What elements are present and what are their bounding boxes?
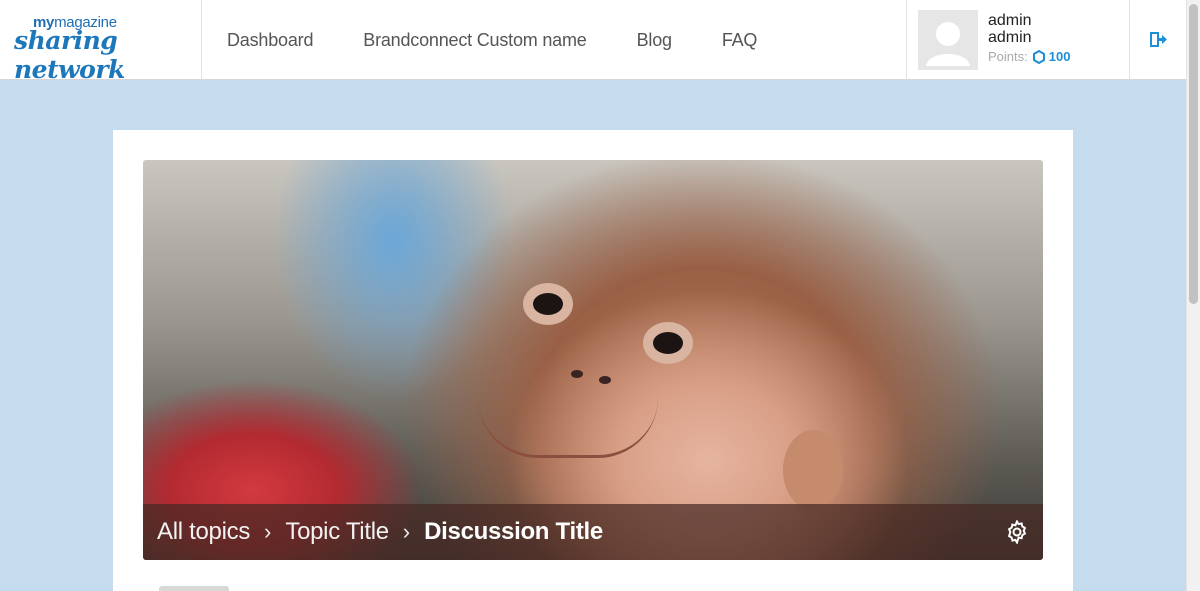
breadcrumb-topic[interactable]: Topic Title xyxy=(285,518,389,546)
breadcrumb-all-topics[interactable]: All topics xyxy=(157,518,250,546)
brand-logo-bottom: sharing network xyxy=(14,26,125,84)
user-panel[interactable]: admin admin Points: 100 xyxy=(906,0,1130,80)
points-ring-icon xyxy=(1032,49,1045,64)
nav-brandconnect[interactable]: Brandconnect Custom name xyxy=(363,30,587,51)
avatar-placeholder-icon[interactable] xyxy=(918,10,978,70)
points-label: Points: xyxy=(988,49,1028,64)
discussion-card: All topics › Topic Title › Discussion Ti… xyxy=(113,130,1073,591)
gear-icon[interactable] xyxy=(1005,519,1029,545)
nav-dashboard[interactable]: Dashboard xyxy=(227,30,313,51)
left-nostril xyxy=(571,370,583,378)
main-nav: Dashboard Brandconnect Custom name Blog … xyxy=(202,0,782,80)
right-nostril xyxy=(599,376,611,384)
mouth xyxy=(478,398,658,458)
breadcrumb-separator: › xyxy=(264,519,272,544)
hero-image: All topics › Topic Title › Discussion Ti… xyxy=(143,160,1043,560)
right-eye xyxy=(653,332,683,354)
left-eye xyxy=(533,293,563,315)
user-name-line2: admin xyxy=(988,29,1032,46)
scrollbar-thumb[interactable] xyxy=(1189,4,1198,304)
user-name: admin admin xyxy=(988,12,1032,46)
breadcrumb-separator: › xyxy=(402,519,411,544)
brand-logo[interactable]: mymagazine sharing network xyxy=(0,0,202,84)
page-scrollbar[interactable] xyxy=(1186,0,1200,591)
nav-blog[interactable]: Blog xyxy=(637,30,672,51)
user-name-line1: admin xyxy=(988,12,1032,29)
breadcrumb: All topics › Topic Title › Discussion Ti… xyxy=(143,504,1043,560)
user-points: Points: 100 xyxy=(988,49,1070,64)
ear-shape xyxy=(783,430,843,510)
breadcrumb-current: Discussion Title xyxy=(424,518,603,545)
points-value: 100 xyxy=(1048,49,1071,64)
top-bar: mymagazine sharing network Dashboard Bra… xyxy=(0,0,1186,84)
logout-icon[interactable] xyxy=(1148,30,1168,50)
content-tab-stub xyxy=(159,586,229,591)
nav-faq[interactable]: FAQ xyxy=(722,30,758,51)
